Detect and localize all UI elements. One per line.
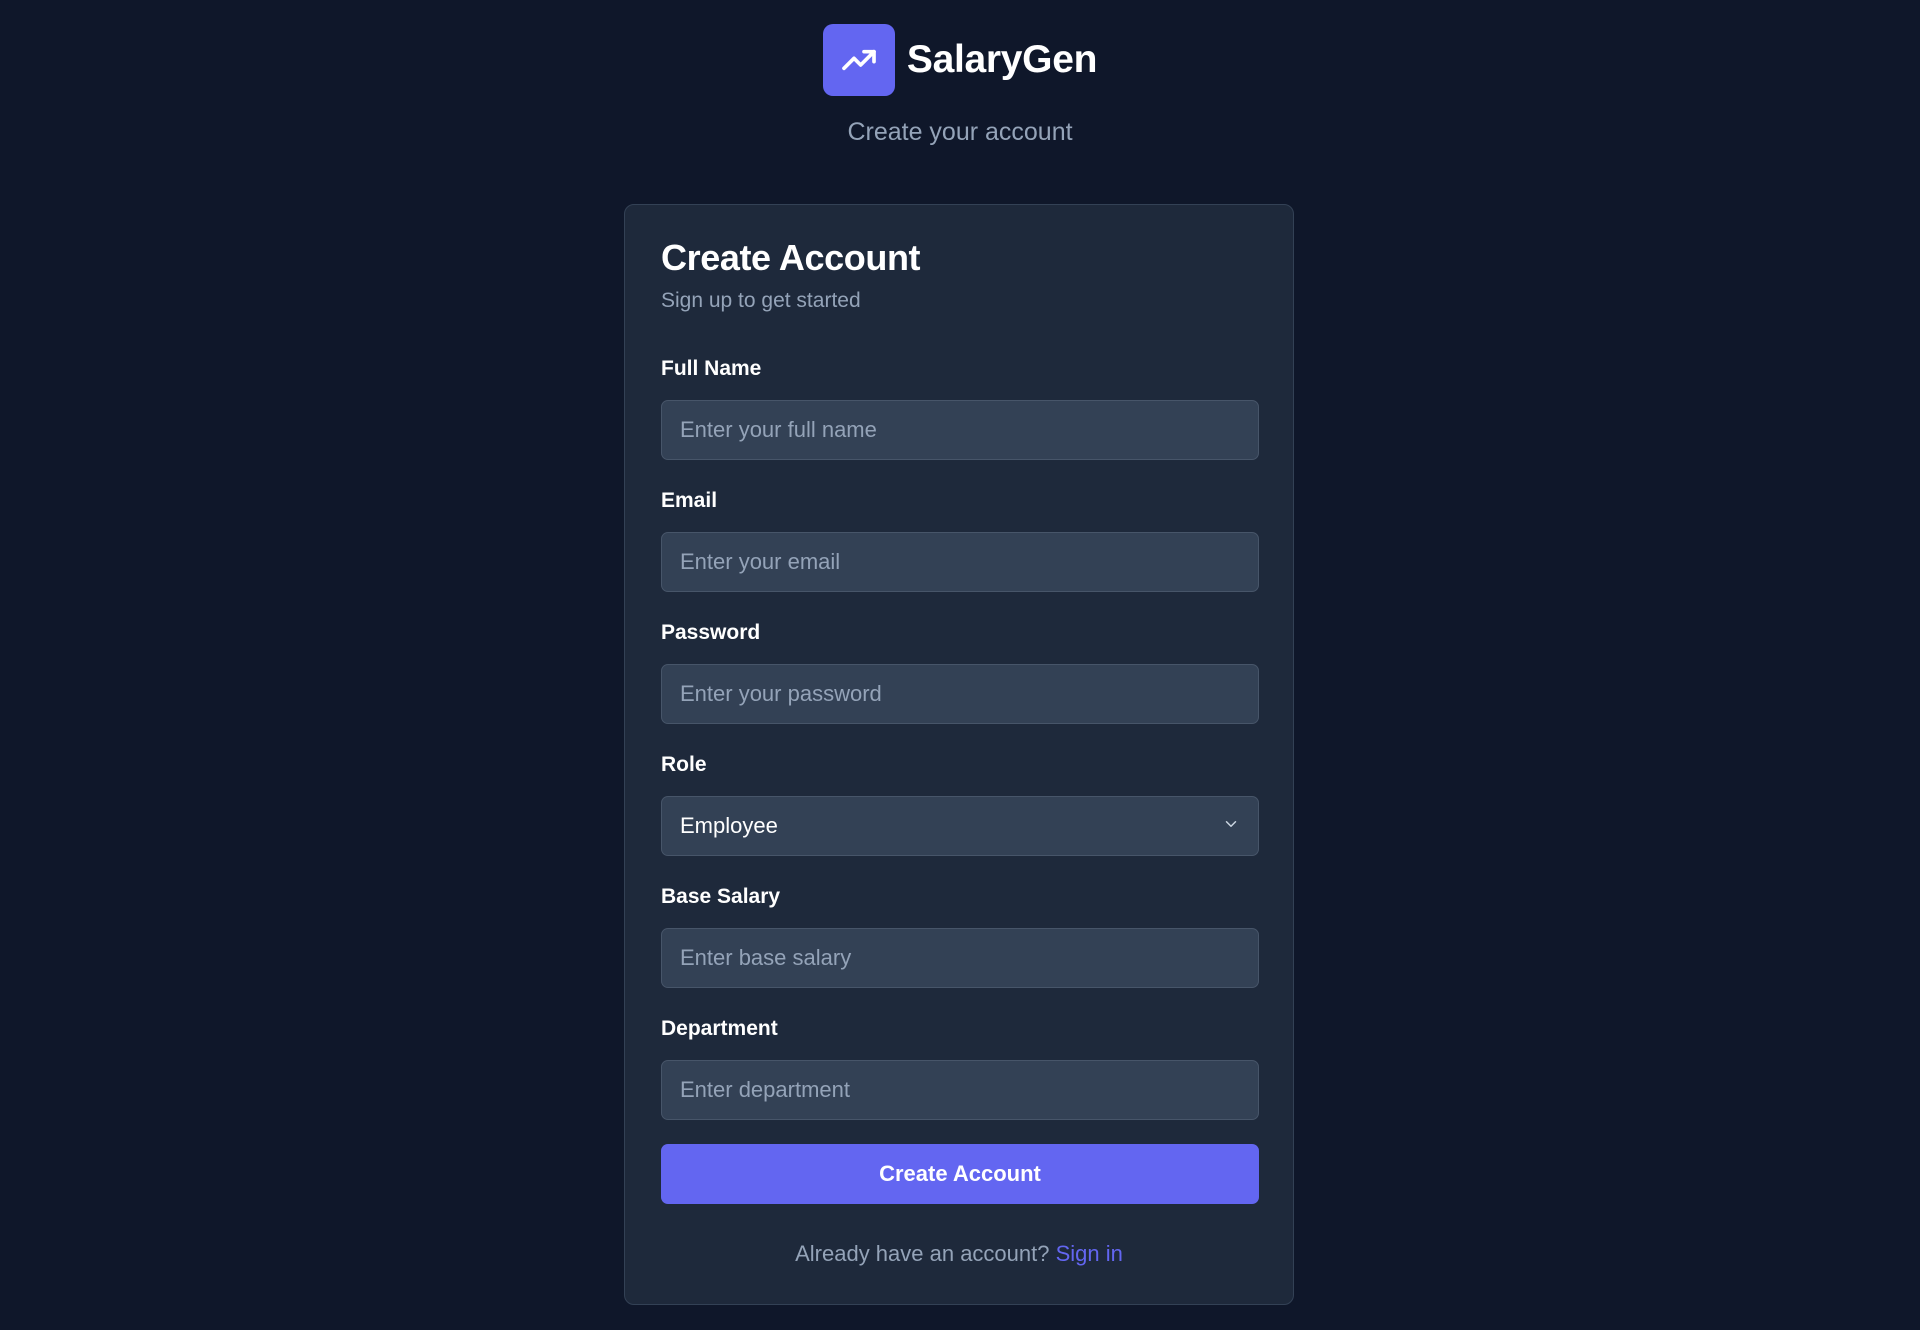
brand-header: SalaryGen — [0, 24, 1920, 96]
full-name-input[interactable] — [661, 400, 1259, 460]
email-input[interactable] — [661, 532, 1259, 592]
full-name-label: Full Name — [661, 357, 762, 380]
department-label: Department — [661, 1017, 778, 1040]
role-selected-value: Employee — [680, 813, 778, 838]
app-name: SalaryGen — [906, 38, 1098, 81]
base-salary-input[interactable] — [661, 928, 1259, 988]
card-title: Create Account — [661, 237, 921, 278]
signin-prompt: Already have an account? Sign in — [625, 1241, 1293, 1267]
signin-prompt-text: Already have an account? — [795, 1241, 1050, 1266]
password-input[interactable] — [661, 664, 1259, 724]
signin-link[interactable]: Sign in — [1056, 1241, 1123, 1266]
email-label: Email — [661, 489, 718, 512]
trending-up-icon — [822, 24, 895, 96]
card-subtitle: Sign up to get started — [661, 289, 861, 312]
role-label: Role — [661, 753, 707, 776]
password-label: Password — [661, 621, 761, 644]
page-tagline: Create your account — [847, 118, 1073, 146]
base-salary-label: Base Salary — [661, 885, 781, 908]
signup-card: Create Account Sign up to get started Fu… — [624, 204, 1294, 1305]
create-account-button[interactable]: Create Account — [661, 1144, 1259, 1204]
role-select[interactable]: Employee — [661, 796, 1259, 856]
chevron-down-icon — [1222, 813, 1240, 839]
department-input[interactable] — [661, 1060, 1259, 1120]
